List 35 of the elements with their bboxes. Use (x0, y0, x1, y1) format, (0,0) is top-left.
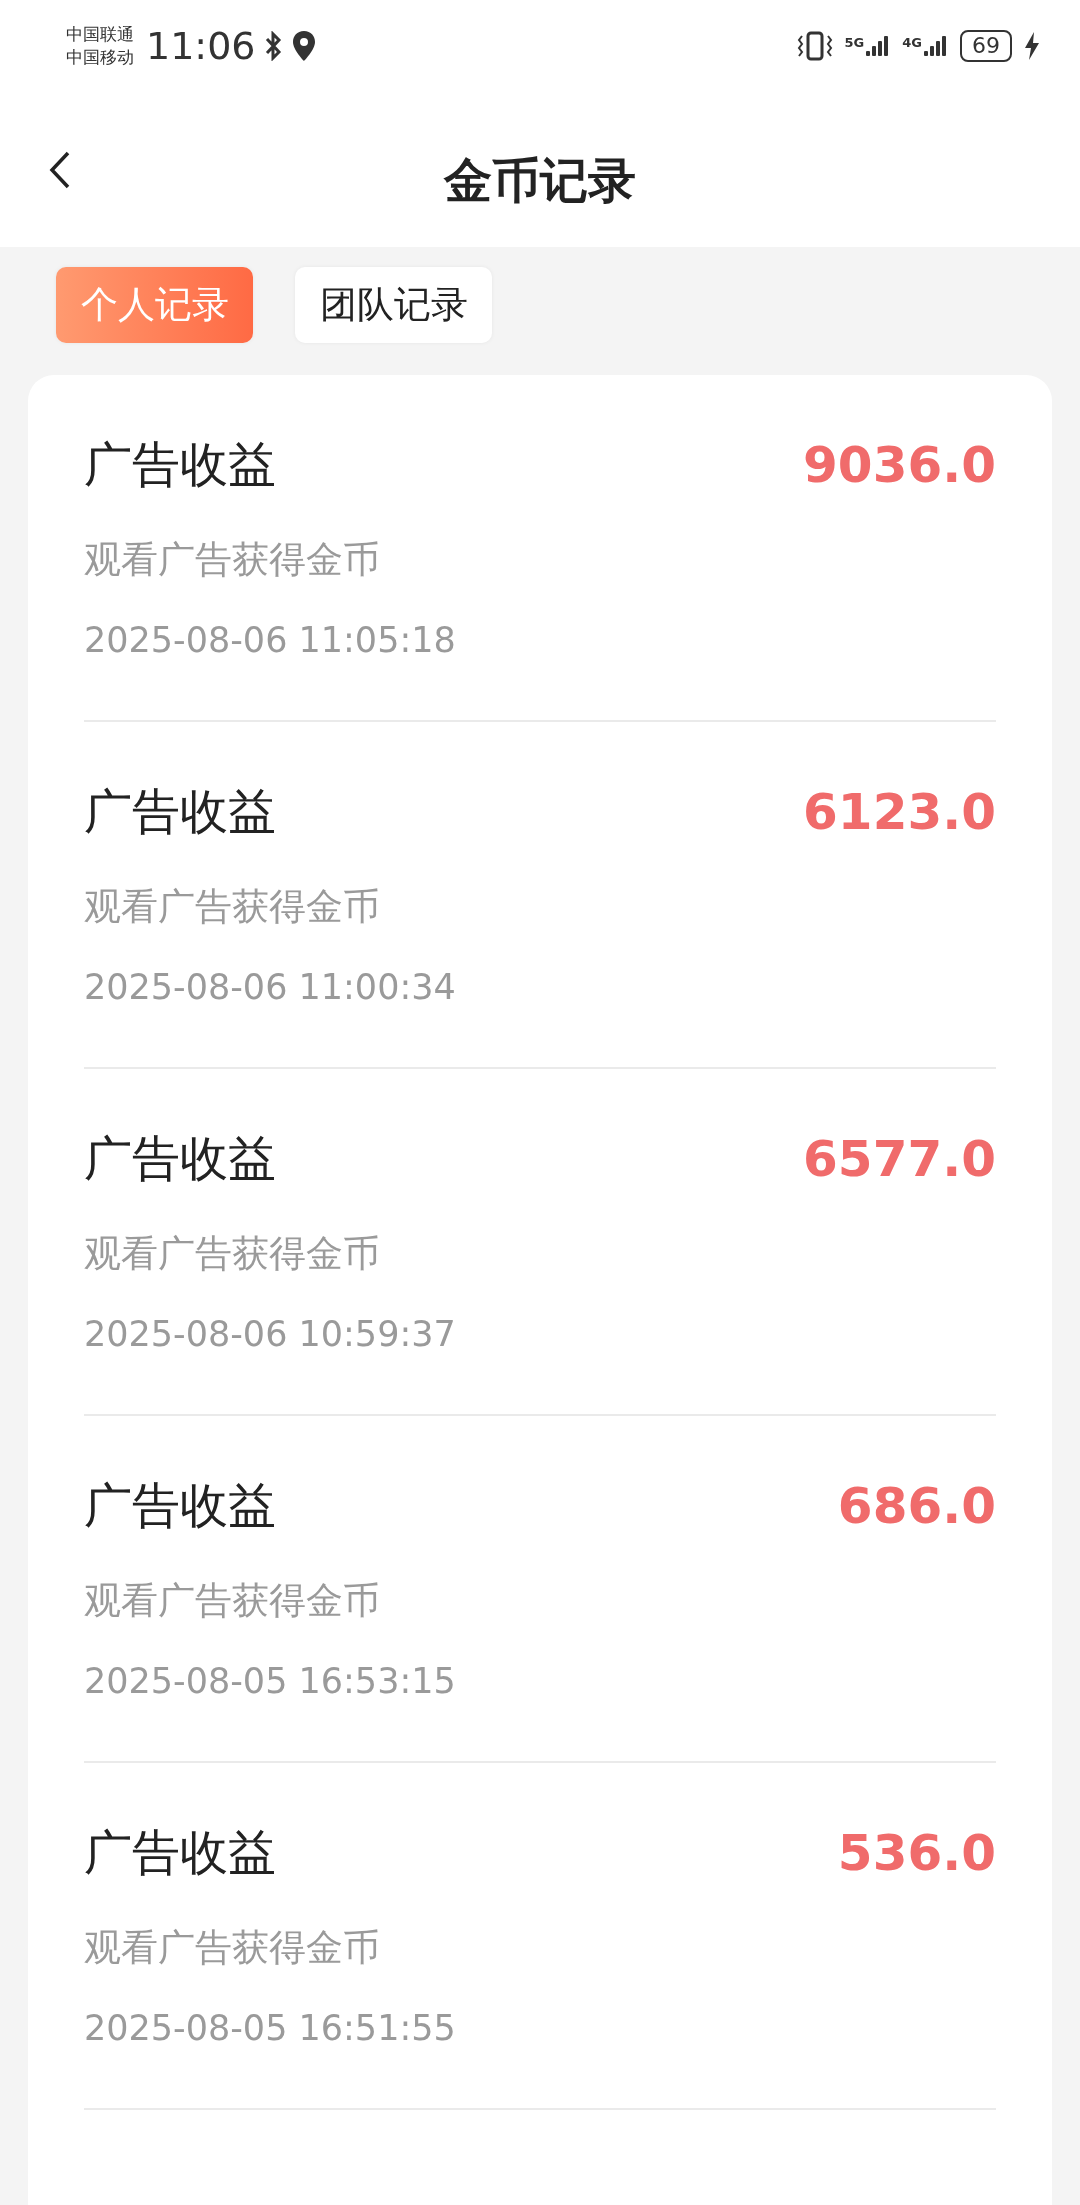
record-description: 观看广告获得金币 (84, 1231, 381, 1277)
signal-icon (866, 36, 891, 56)
page-title: 金币记录 (444, 150, 636, 210)
vibrate-icon (796, 30, 833, 62)
network-label: 5G (844, 36, 865, 50)
record-amount: 536.0 (837, 1824, 996, 1882)
record-title: 广告收益 (84, 1129, 276, 1188)
record-description: 观看广告获得金币 (84, 1578, 381, 1624)
record-description: 观看广告获得金币 (84, 884, 381, 930)
record-amount: 6123.0 (803, 783, 996, 841)
record-amount: 686.0 (837, 1477, 996, 1535)
location-icon (291, 30, 316, 62)
status-time: 11:06 (146, 24, 256, 68)
record-time: 2025-08-05 16:51:55 (84, 2007, 457, 2050)
record-time: 2025-08-06 11:05:18 (84, 619, 457, 662)
record-amount: 6577.0 (803, 1130, 996, 1188)
record-description: 观看广告获得金币 (84, 1925, 381, 1971)
record-time: 2025-08-05 16:53:15 (84, 1660, 457, 1703)
record-time: 2025-08-06 11:00:34 (84, 966, 457, 1009)
signal-icon (924, 36, 948, 56)
carrier-name: 中国移动 (66, 46, 134, 69)
charging-icon (1024, 31, 1040, 61)
record-time: 2025-08-06 10:59:37 (84, 1313, 457, 1356)
record-amount: 9036.0 (803, 436, 996, 494)
record-title: 广告收益 (84, 1476, 276, 1535)
network-label: 4G (902, 36, 922, 50)
tab[interactable]: 团队记录 (295, 267, 492, 343)
record-title: 广告收益 (84, 782, 276, 841)
carrier-name: 中国联通 (66, 23, 134, 46)
record-title: 广告收益 (84, 435, 276, 494)
bluetooth-icon (263, 31, 282, 61)
record-title: 广告收益 (84, 1823, 276, 1882)
back-icon[interactable] (48, 150, 72, 190)
battery-level: 69 (960, 30, 1012, 62)
record-description: 观看广告获得金币 (84, 537, 381, 583)
